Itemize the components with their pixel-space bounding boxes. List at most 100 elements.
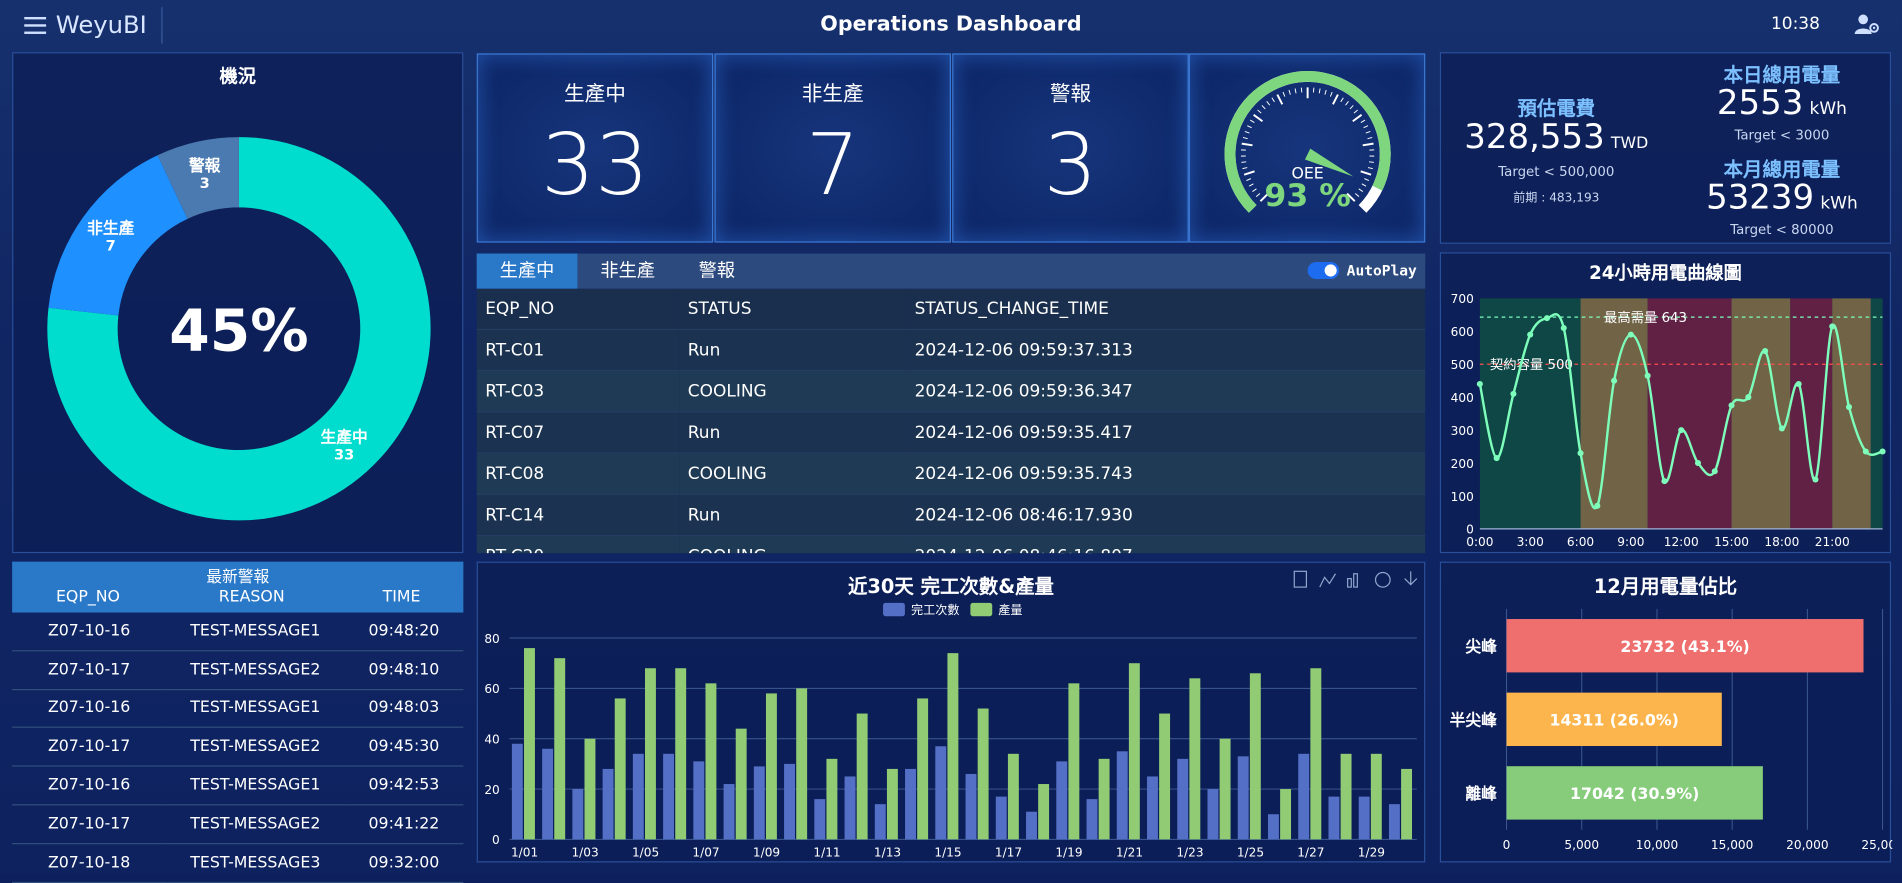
oee-tick [1249,184,1253,186]
oee-tick [1295,89,1296,94]
curve-x-tick: 21:00 [1815,535,1850,549]
cell-time: 2024-12-06 09:59:37.313 [906,329,1425,370]
alarm-col-reason: REASON [164,588,340,606]
table-row[interactable]: RT-C20COOLING2024-12-06 08:46:16.807 [477,536,1426,554]
prod-bar-1 [585,739,596,840]
prod-x-tick: 1/15 [934,845,961,859]
table-row[interactable]: Z07-10-17TEST-MESSAGE209:41:22 [12,805,463,844]
prod-bar-0 [996,797,1007,840]
cell-status: Run [679,412,906,453]
col-eqp-no: EQP_NO [477,289,680,330]
prod-y-tick: 80 [484,632,499,646]
prod-bar-0 [572,789,583,839]
curve-point [1594,503,1600,509]
table-row[interactable]: Z07-10-16TEST-MESSAGE109:48:03 [12,689,463,728]
curve-y-tick: 100 [1451,490,1474,504]
user-settings-icon[interactable] [1853,12,1880,36]
prod-bar-0 [1389,804,1400,839]
curve-point [1494,455,1500,461]
prod-bar-0 [633,754,644,840]
cell-eqp: RT-C08 [477,453,680,494]
oee-tick [1241,162,1246,163]
cell-eqp: Z07-10-17 [12,651,166,690]
prod-bar-1 [857,714,868,840]
prod-bar-1 [645,668,656,839]
oee-tick [1272,98,1275,102]
cell-time: 2024-12-06 09:59:35.743 [906,453,1425,494]
table-row[interactable]: Z07-10-16TEST-MESSAGE109:48:20 [12,613,463,651]
curve-band-2 [1648,298,1732,528]
alarm-col-time: TIME [340,588,464,606]
curve-max-label: 最高需量 643 [1604,309,1687,326]
alarm-header: 最新警報 EQP_NO REASON TIME [12,562,463,613]
prod-bar-0 [905,769,916,839]
status-table-header: EQP_NO STATUS STATUS_CHANGE_TIME [477,289,1426,330]
prod-x-tick: 1/19 [1055,845,1082,859]
kpi-running-label: 生產中 [478,76,712,106]
status-tabs: 生產中 非生產 警報 AutoPlay [477,254,1426,289]
oee-tick [1361,171,1371,174]
curve-y-tick: 700 [1451,292,1474,306]
curve-point [1628,332,1634,338]
table-row[interactable]: Z07-10-16TEST-MESSAGE109:42:53 [12,766,463,805]
table-row[interactable]: RT-C01Run2024-12-06 09:59:37.313 [477,329,1426,370]
col-status: STATUS [679,289,906,330]
prod-bar-1 [524,648,535,839]
curve-point [1829,323,1835,329]
prod-x-tick: 1/03 [571,845,598,859]
table-row[interactable]: RT-C03COOLING2024-12-06 09:59:36.347 [477,371,1426,412]
prod-bar-0 [1238,756,1249,839]
table-row[interactable]: Z07-10-18TEST-MESSAGE309:32:00 [12,843,463,882]
prod-x-tick: 1/27 [1297,845,1324,859]
prod-x-tick: 1/17 [995,845,1022,859]
cell-time: 2024-12-06 09:59:35.417 [906,412,1425,453]
oee-tick [1359,189,1363,192]
prod-bar-1 [1310,668,1321,839]
prod-bar-0 [663,754,674,840]
tab-alarm[interactable]: 警報 [678,254,756,289]
cell-time: 09:45:30 [344,728,463,767]
prod-bar-0 [784,764,795,840]
table-row[interactable]: Z07-10-17TEST-MESSAGE209:48:10 [12,651,463,690]
oee-tick [1267,101,1270,105]
curve-point [1611,378,1617,384]
curve-point [1812,476,1818,482]
table-row[interactable]: RT-C14Run2024-12-06 08:46:17.930 [477,494,1426,535]
production-chart: 0204060801/011/031/051/071/091/111/131/1… [478,563,1427,864]
prod-bar-0 [754,766,765,839]
tab-running[interactable]: 生產中 [477,254,578,289]
oee-tick [1242,144,1253,146]
curve-x-tick: 15:00 [1714,535,1749,549]
prod-legend-label: 完工次數 [911,602,960,617]
monthly-panel: 12月用電量佔比 05,00010,00015,00020,00025,000尖… [1440,562,1891,863]
autoplay-label: AutoPlay [1347,262,1417,279]
curve-x-tick: 0:00 [1466,535,1493,549]
prod-bar-0 [512,744,523,840]
oee-tick [1353,115,1362,121]
prod-bar-1 [554,658,565,839]
status-table-wrap[interactable]: EQP_NO STATUS STATUS_CHANGE_TIME RT-C01R… [477,289,1426,553]
month-power-unit: kWh [1820,194,1857,213]
prod-bar-0 [1268,814,1279,839]
cell-eqp: Z07-10-17 [12,805,166,844]
est-cost-value: 328,553 [1464,116,1604,156]
donut-label-value: 3 [200,175,210,192]
curve-point [1729,402,1735,408]
cell-status: Run [679,494,906,535]
cell-reason: TEST-MESSAGE2 [166,728,344,767]
table-row[interactable]: Z07-10-17TEST-MESSAGE209:45:30 [12,728,463,767]
oee-tick [1355,193,1359,196]
oee-tick [1277,95,1282,105]
est-cost-unit: TWD [1611,135,1648,153]
table-row[interactable]: RT-C07Run2024-12-06 09:59:35.417 [477,412,1426,453]
prod-bar-1 [736,729,747,840]
day-power-value: 2553 [1717,82,1803,122]
tab-idle[interactable]: 非生產 [577,254,678,289]
oee-tick [1368,168,1373,169]
prod-x-tick: 1/07 [692,845,719,859]
oee-tick [1244,171,1254,174]
autoplay-toggle[interactable] [1308,262,1340,279]
oee-tick [1252,189,1256,192]
table-row[interactable]: RT-C08COOLING2024-12-06 09:59:35.743 [477,453,1426,494]
status-table: EQP_NO STATUS STATUS_CHANGE_TIME RT-C01R… [477,289,1426,553]
